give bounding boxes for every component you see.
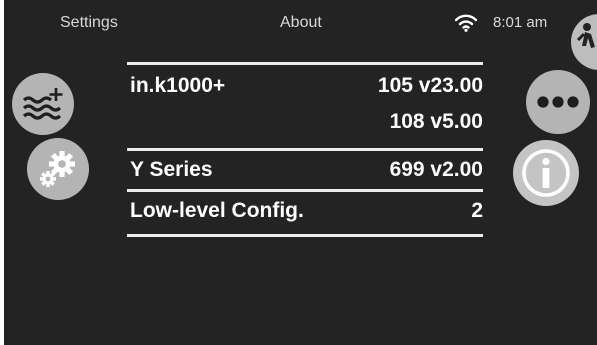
back-to-settings-link[interactable]: Settings bbox=[60, 14, 118, 32]
user-mode-button[interactable] bbox=[571, 14, 597, 70]
water-add-button[interactable] bbox=[12, 73, 74, 135]
info-row-y-series: Y Series 699 v2.00 bbox=[127, 151, 483, 189]
page-title: About bbox=[280, 14, 322, 31]
more-dots-icon bbox=[537, 96, 579, 108]
about-info-button[interactable] bbox=[513, 140, 579, 206]
info-row-label: Low-level Config. bbox=[130, 199, 304, 222]
person-icon bbox=[576, 23, 595, 48]
version-info-table: in.k1000+ 105 v23.00 108 v5.00 Y Series … bbox=[127, 62, 483, 237]
info-row-value: 108 v5.00 bbox=[389, 110, 483, 133]
info-row-label: in.k1000+ bbox=[130, 74, 226, 97]
wifi-icon bbox=[454, 14, 478, 32]
divider bbox=[127, 234, 483, 237]
more-options-button[interactable] bbox=[526, 70, 590, 134]
clock-time: 8:01 am bbox=[493, 14, 548, 31]
water-add-icon bbox=[22, 88, 63, 120]
settings-gears-button[interactable] bbox=[27, 138, 89, 200]
device-screen: Settings About 8:01 am in.k1000+ 105 v23… bbox=[4, 0, 597, 345]
info-row-low-level-config: Low-level Config. 2 bbox=[127, 192, 483, 234]
info-row-value: 105 v23.00 bbox=[377, 74, 483, 97]
info-row-value: 699 v2.00 bbox=[389, 158, 483, 181]
info-row-label: Y Series bbox=[130, 158, 213, 181]
info-row-ink1000: in.k1000+ 105 v23.00 108 v5.00 bbox=[127, 65, 483, 148]
status-bar: Settings About 8:01 am bbox=[4, 0, 597, 48]
info-icon bbox=[522, 149, 570, 197]
gears-icon bbox=[40, 151, 75, 187]
info-row-value: 2 bbox=[471, 199, 483, 222]
